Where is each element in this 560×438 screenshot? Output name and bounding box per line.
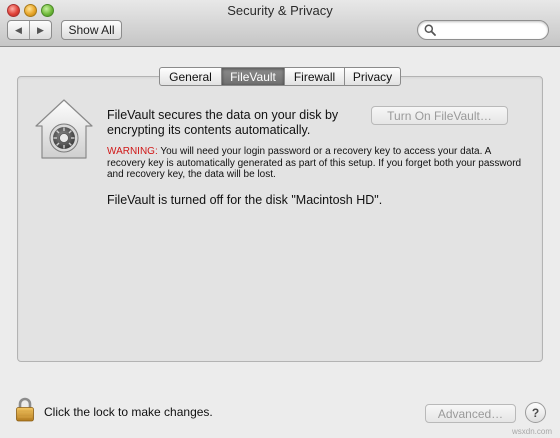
back-forward-control: ◀ ▶	[7, 20, 52, 40]
show-all-button[interactable]: Show All	[61, 20, 122, 40]
help-button[interactable]: ?	[525, 402, 546, 423]
filevault-status: FileVault is turned off for the disk "Ma…	[107, 193, 383, 207]
padlock-icon[interactable]	[15, 397, 35, 422]
filevault-description: FileVault secures the data on your disk …	[107, 108, 339, 137]
filevault-house-icon	[35, 99, 93, 159]
back-arrow-icon[interactable]: ◀	[8, 21, 29, 39]
warning-message: WARNING: You will need your login passwo…	[107, 146, 527, 181]
magnifier-icon	[424, 24, 436, 36]
window-title: Security & Privacy	[227, 3, 333, 18]
warning-label: WARNING:	[107, 146, 158, 157]
turn-on-filevault-button[interactable]: Turn On FileVault…	[371, 106, 508, 125]
tab-general[interactable]: General	[160, 68, 221, 85]
tab-firewall[interactable]: Firewall	[284, 68, 344, 85]
watermark: wsxdn.com	[512, 427, 553, 436]
forward-arrow-icon[interactable]: ▶	[29, 21, 51, 39]
title-toolbar: Security & Privacy ◀ ▶ Show All	[0, 0, 560, 47]
search-field[interactable]	[417, 20, 549, 40]
advanced-button[interactable]: Advanced…	[425, 404, 516, 423]
lock-instruction: Click the lock to make changes.	[44, 405, 213, 419]
tab-bar: General FileVault Firewall Privacy	[159, 67, 401, 86]
search-input[interactable]	[438, 23, 543, 37]
warning-text: You will need your login password or a r…	[107, 146, 522, 180]
tab-filevault[interactable]: FileVault	[221, 68, 284, 85]
tab-privacy[interactable]: Privacy	[344, 68, 400, 85]
preferences-window: Security & Privacy ◀ ▶ Show All General …	[0, 0, 560, 438]
